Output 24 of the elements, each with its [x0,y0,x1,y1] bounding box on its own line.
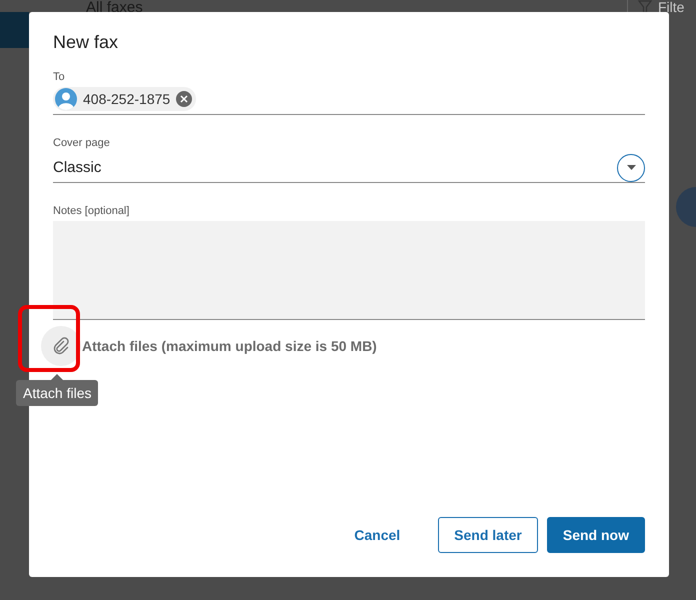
attach-label: Attach files (maximum upload size is 50 MB) [82,338,377,354]
dropdown-button[interactable] [617,154,645,182]
dialog-button[interactable]: Send later [438,517,538,553]
caret-icon [626,165,636,170]
dialog-title: New fax [53,32,120,53]
recipient-number: 408-252-1875 [83,91,170,107]
dialog-button[interactable]: Send now [546,517,645,553]
tooltip-arrow [51,374,64,380]
attach-button[interactable] [41,326,81,366]
paperclip-icon [52,337,70,355]
field-label: To [53,71,66,83]
select-value: Classic [53,159,102,176]
field-label: Notes [optional] [53,205,130,217]
cover-page-select[interactable]: Classic [53,153,645,183]
field-label: Cover page [53,137,111,149]
remove-icon[interactable] [176,91,192,107]
notes-field[interactable] [53,221,645,320]
navigation-bar [0,12,29,48]
tooltip: Attach files [16,380,98,406]
person-icon [55,88,77,110]
filter-icon [638,0,652,14]
filter-label: Filte [658,0,684,15]
cancel-link[interactable]: Cancel [339,517,416,553]
recipient-field[interactable]: 408-252-1875 [53,87,645,115]
